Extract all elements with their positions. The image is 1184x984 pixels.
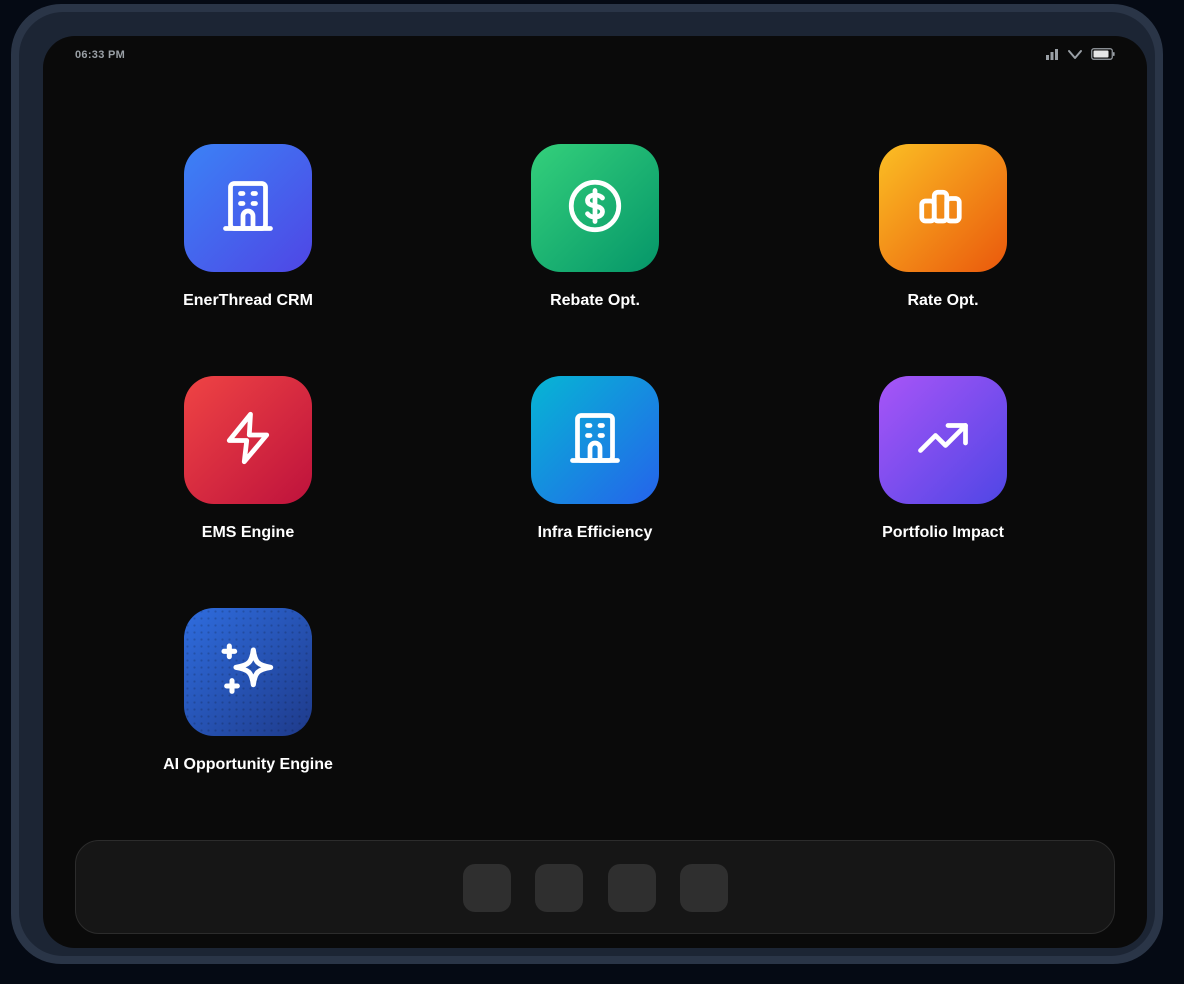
app-label: Infra Efficiency xyxy=(537,524,653,541)
app-icon-portfolio-impact[interactable] xyxy=(879,376,1007,504)
trending-up-icon xyxy=(913,408,973,473)
app-label: Portfolio Impact xyxy=(882,524,1004,541)
app-label: Rate Opt. xyxy=(907,292,979,309)
app-label: AI Opportunity Engine xyxy=(163,756,333,773)
dock-slot[interactable] xyxy=(463,864,511,912)
app-icon-infra-efficiency[interactable] xyxy=(531,376,659,504)
app-label: EnerThread CRM xyxy=(183,292,313,309)
app-grid: EnerThread CRM Rebate Opt. Rate Opt. EMS… xyxy=(43,36,1147,836)
sparkles-icon xyxy=(216,638,280,707)
app-infra-efficiency[interactable]: Infra Efficiency xyxy=(495,376,695,566)
app-enerthread-crm[interactable]: EnerThread CRM xyxy=(148,144,348,334)
app-label: EMS Engine xyxy=(201,524,295,541)
dock-slot[interactable] xyxy=(535,864,583,912)
app-icon-rebate-opt[interactable] xyxy=(531,144,659,272)
tablet-bezel: 06:33 PM EnerThread CRM Rebate Opt. Rate… xyxy=(19,12,1155,956)
app-portfolio-impact[interactable]: Portfolio Impact xyxy=(843,376,1043,566)
app-icon-ems-engine[interactable] xyxy=(184,376,312,504)
app-icon-enerthread-crm[interactable] xyxy=(184,144,312,272)
building-icon xyxy=(218,176,278,241)
app-ai-opportunity-engine[interactable]: AI Opportunity Engine xyxy=(148,608,348,798)
app-icon-ai-opportunity-engine[interactable] xyxy=(184,608,312,736)
lightning-icon xyxy=(218,408,278,473)
building-icon xyxy=(565,408,625,473)
app-label: Rebate Opt. xyxy=(550,292,640,309)
app-rate-opt[interactable]: Rate Opt. xyxy=(843,144,1043,334)
tablet-frame: 06:33 PM EnerThread CRM Rebate Opt. Rate… xyxy=(11,4,1163,964)
dock xyxy=(75,840,1115,934)
bar-chart-icon xyxy=(913,176,973,241)
app-icon-rate-opt[interactable] xyxy=(879,144,1007,272)
app-ems-engine[interactable]: EMS Engine xyxy=(148,376,348,566)
dollar-circle-icon xyxy=(565,176,625,241)
dock-slot[interactable] xyxy=(680,864,728,912)
app-rebate-opt[interactable]: Rebate Opt. xyxy=(495,144,695,334)
dock-slot[interactable] xyxy=(608,864,656,912)
home-screen: 06:33 PM EnerThread CRM Rebate Opt. Rate… xyxy=(43,36,1147,948)
